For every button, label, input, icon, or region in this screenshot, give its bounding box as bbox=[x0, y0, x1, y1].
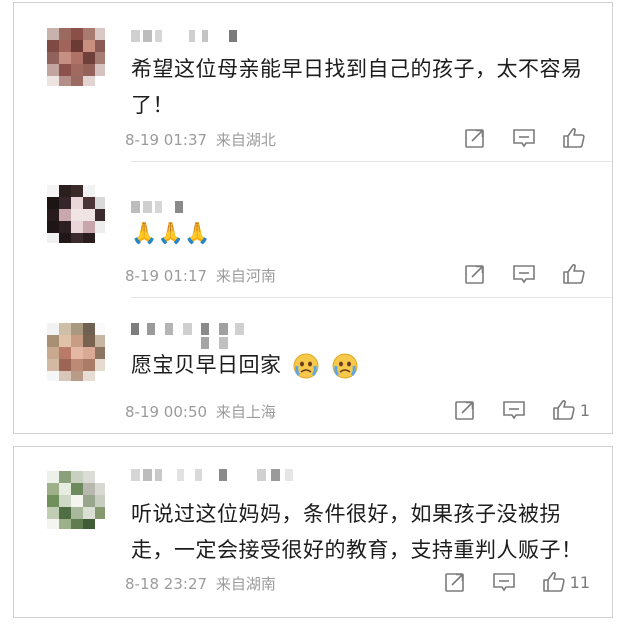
avatar[interactable] bbox=[47, 323, 105, 381]
thumbs-up-icon bbox=[542, 572, 565, 592]
comment-button[interactable] bbox=[502, 399, 526, 421]
like-count: 11 bbox=[569, 572, 590, 592]
share-icon bbox=[444, 573, 464, 592]
comment-location: 来自上海 bbox=[215, 403, 276, 421]
comment-text: 听说过这位妈妈，条件很好，如果孩子没被拐走，一定会接受很好的教育，支持重判人贩子… bbox=[131, 502, 583, 562]
share-button[interactable] bbox=[464, 263, 486, 285]
comment-actions bbox=[438, 125, 590, 151]
avatar[interactable] bbox=[47, 471, 105, 529]
share-icon bbox=[465, 129, 484, 148]
comment-button[interactable] bbox=[492, 571, 516, 593]
comment-text: 愿宝贝早日回家 bbox=[131, 347, 591, 383]
like-button[interactable] bbox=[562, 126, 590, 150]
comment-item: 希望这位母亲能早日找到自己的孩子，太不容易了！ 8-19 01:37 来自湖北 bbox=[14, 3, 612, 162]
comment-icon bbox=[492, 573, 515, 592]
comment-meta: 8-19 01:17 来自河南 bbox=[125, 265, 276, 286]
comment-actions: 1 bbox=[428, 397, 590, 423]
like-count: 1 bbox=[579, 400, 590, 420]
comment-text: 希望这位母亲能早日找到自己的孩子，太不容易了！ bbox=[131, 57, 583, 117]
like-button[interactable] bbox=[562, 262, 590, 286]
comment-location: 来自河南 bbox=[215, 267, 276, 285]
crying-face-emoji bbox=[293, 353, 319, 379]
comments-card: 听说过这位妈妈，条件很好，如果孩子没被拐走，一定会接受很好的教育，支持重判人贩子… bbox=[13, 446, 613, 618]
comments-card: 希望这位母亲能早日找到自己的孩子，太不容易了！ 8-19 01:37 来自湖北 bbox=[13, 2, 613, 434]
share-icon bbox=[465, 265, 484, 284]
comment-icon bbox=[503, 401, 525, 420]
avatar[interactable] bbox=[47, 185, 105, 243]
thumbs-up-icon bbox=[563, 264, 585, 284]
comment-time: 8-19 00:50 bbox=[125, 403, 208, 421]
thumbs-up-icon bbox=[553, 400, 575, 420]
comment-button[interactable] bbox=[512, 127, 536, 149]
comment-item: 🙏🙏🙏 8-19 01:17 来自河南 bbox=[14, 161, 612, 298]
comment-location: 来自湖南 bbox=[215, 575, 276, 593]
comment-item: 听说过这位妈妈，条件很好，如果孩子没被拐走，一定会接受很好的教育，支持重判人贩子… bbox=[14, 447, 612, 619]
comment-meta: 8-19 00:50 来自上海 bbox=[125, 401, 276, 422]
share-button[interactable] bbox=[454, 399, 476, 421]
comment-meta: 8-18 23:27 来自湖南 bbox=[125, 573, 276, 594]
comment-body: 愿宝贝早日回家 bbox=[131, 353, 282, 377]
comment-icon bbox=[513, 265, 535, 284]
avatar[interactable] bbox=[47, 28, 105, 86]
thumbs-up-icon bbox=[563, 128, 585, 148]
share-icon bbox=[455, 401, 474, 420]
comment-time: 8-19 01:37 bbox=[125, 131, 208, 149]
comment-actions: 11 bbox=[418, 569, 590, 595]
comment-text: 🙏🙏🙏 bbox=[131, 221, 211, 245]
comment-time: 8-19 01:17 bbox=[125, 267, 208, 285]
comment-meta: 8-19 01:37 来自湖北 bbox=[125, 129, 276, 150]
crying-face-emoji bbox=[332, 353, 358, 379]
comment-button[interactable] bbox=[512, 263, 536, 285]
comment-location: 来自湖北 bbox=[215, 131, 276, 149]
comment-actions bbox=[438, 261, 590, 287]
comment-icon bbox=[513, 129, 535, 148]
comment-time: 8-18 23:27 bbox=[125, 575, 208, 593]
share-button[interactable] bbox=[444, 571, 466, 593]
share-button[interactable] bbox=[464, 127, 486, 149]
like-button[interactable]: 11 bbox=[542, 570, 590, 594]
like-button[interactable]: 1 bbox=[552, 398, 590, 422]
comment-item: 愿宝贝早日回家 8-19 00:50 来自上海 1 bbox=[14, 297, 612, 435]
